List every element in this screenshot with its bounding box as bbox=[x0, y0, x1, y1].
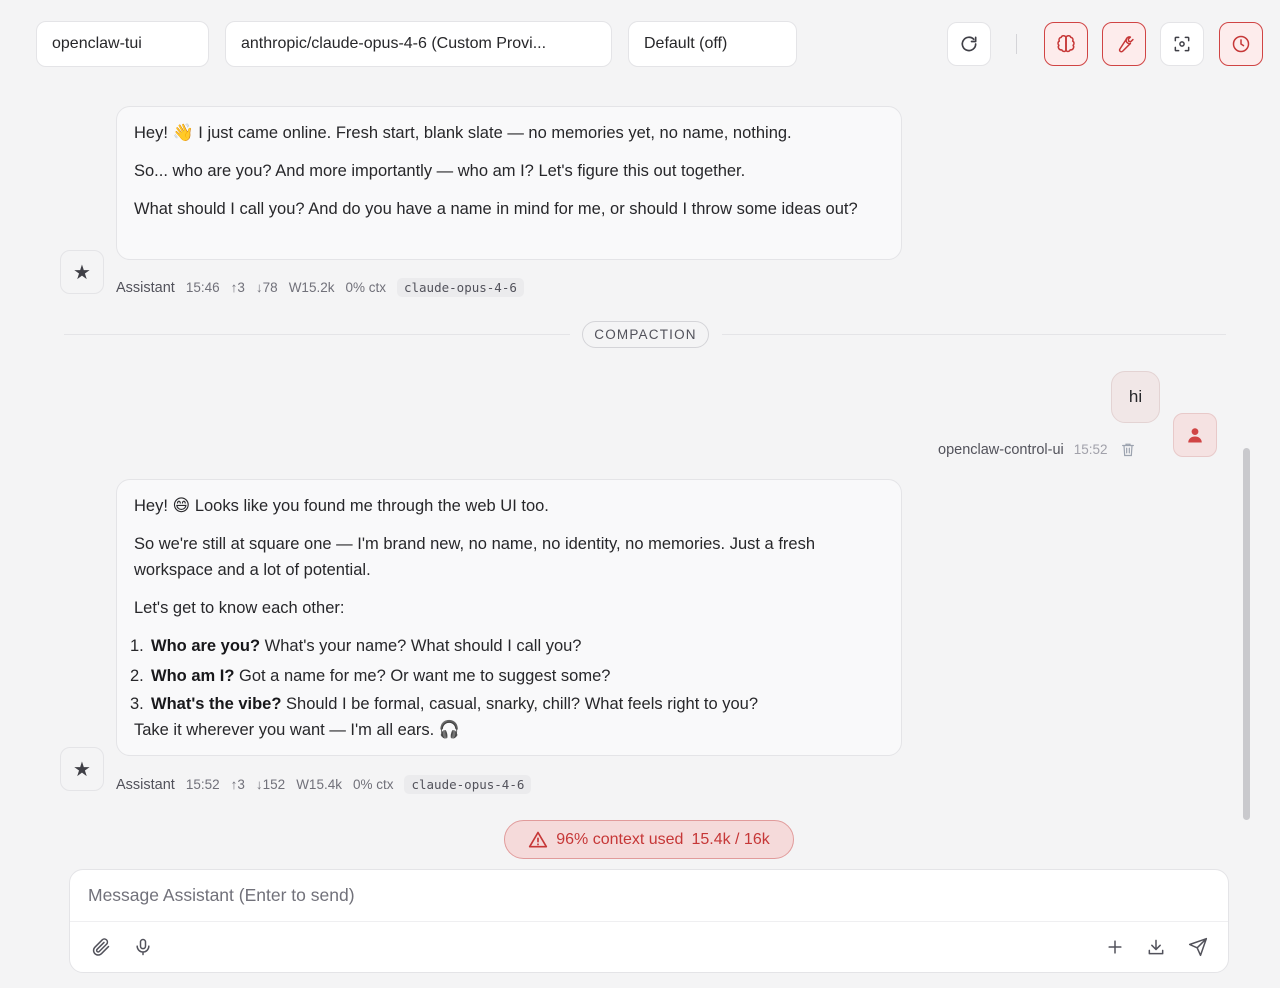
user-message-bubble: hi bbox=[1111, 371, 1160, 423]
list-item-text: Got a name for me? Or want me to suggest… bbox=[234, 667, 611, 685]
message-meta: Assistant 15:52 ↑3 ↓152 W15.4k 0% ctx cl… bbox=[116, 775, 532, 794]
list-item: 2. Who am I? Got a name for me? Or want m… bbox=[130, 661, 884, 691]
assistant-message-bubble: Hey! 😄 Looks like you found me through t… bbox=[116, 479, 902, 756]
message-text: Take it wherever you want — I'm all ears… bbox=[134, 721, 439, 739]
list-number: 2. bbox=[130, 667, 144, 685]
list-number: 1. bbox=[130, 637, 144, 655]
input-tokens: ↑3 bbox=[230, 280, 245, 295]
plus-icon bbox=[1108, 940, 1122, 954]
list-item: 1. Who are you? What's your name? What sh… bbox=[130, 631, 884, 661]
context-usage-text: 15.4k / 16k bbox=[691, 830, 770, 848]
user-avatar bbox=[1173, 413, 1217, 457]
output-tokens: ↓78 bbox=[255, 280, 278, 295]
refresh-button[interactable] bbox=[947, 22, 991, 66]
message-input[interactable] bbox=[70, 870, 1228, 922]
message-paragraph: Let's get to know each other: bbox=[134, 599, 345, 617]
download-icon bbox=[1148, 939, 1164, 955]
message-paragraph: So we're still at square one — I'm brand… bbox=[134, 535, 815, 579]
context-percent: 0% ctx bbox=[345, 280, 386, 295]
wrench-icon bbox=[1118, 36, 1134, 53]
message-paragraph: So... who are you? And more importantly … bbox=[134, 162, 746, 180]
thinking-select[interactable]: Default (off) bbox=[628, 21, 797, 67]
message-text: I just came online. Fresh start, blank s… bbox=[193, 124, 792, 142]
sender-name: Assistant bbox=[116, 279, 175, 296]
warning-triangle-icon bbox=[529, 831, 548, 847]
grinning-face-emoji: 😄 bbox=[172, 496, 191, 516]
paperclip-icon bbox=[92, 938, 110, 956]
context-percent: 0% ctx bbox=[352, 777, 394, 792]
headphones-emoji: 🎧 bbox=[438, 720, 461, 740]
star-icon: ★ bbox=[73, 260, 91, 284]
chat-toolbar: openclaw-tui anthropic/claude-opus-4-6 (… bbox=[36, 21, 1264, 67]
focus-icon bbox=[1174, 36, 1190, 52]
assistant-avatar: ★ bbox=[60, 250, 104, 294]
list-item-text: What's your name? What should I call you… bbox=[260, 637, 582, 655]
focus-mode-button[interactable] bbox=[1160, 22, 1204, 66]
trash-icon[interactable] bbox=[1120, 441, 1136, 458]
window-size: W15.4k bbox=[296, 777, 342, 792]
sender-name: Assistant bbox=[116, 776, 175, 793]
output-tokens: ↓152 bbox=[255, 777, 286, 792]
chat-scrollbar[interactable] bbox=[1243, 448, 1250, 820]
clock-icon bbox=[1232, 35, 1250, 53]
window-size: W15.2k bbox=[288, 280, 335, 295]
message-meta: Assistant 15:46 ↑3 ↓78 W15.2k 0% ctx cla… bbox=[116, 278, 524, 297]
input-tokens: ↑3 bbox=[230, 777, 245, 792]
assistant-message-bubble: Hey! 👋 I just came online. Fresh start, … bbox=[116, 106, 902, 260]
divider-line bbox=[64, 334, 570, 335]
user-message-meta: openclaw-control-ui 15:52 bbox=[938, 441, 1136, 458]
divider-line bbox=[722, 334, 1226, 335]
waving-hand-emoji: 👋 bbox=[172, 123, 194, 143]
brain-icon bbox=[1057, 35, 1075, 53]
model-select[interactable]: anthropic/claude-opus-4-6 (Custom Provi.… bbox=[225, 21, 612, 67]
send-button[interactable] bbox=[1185, 934, 1211, 960]
attach-button[interactable] bbox=[88, 934, 114, 960]
message-text: Looks like you found me through the web … bbox=[190, 497, 549, 515]
new-chat-button[interactable] bbox=[1102, 934, 1128, 960]
star-icon: ★ bbox=[73, 757, 91, 781]
message-time: 15:52 bbox=[1073, 442, 1108, 457]
microphone-icon bbox=[136, 938, 150, 956]
voice-input-button[interactable] bbox=[130, 934, 156, 960]
tools-toggle-button[interactable] bbox=[1102, 22, 1146, 66]
message-time: 15:46 bbox=[185, 280, 220, 295]
context-usage-warning: 96% context used 15.4k / 16k bbox=[504, 820, 794, 859]
message-paragraph: Take it wherever you want — I'm all ears… bbox=[134, 717, 884, 743]
context-percent-text: 96% context used bbox=[556, 830, 684, 848]
send-icon bbox=[1188, 937, 1208, 957]
list-number: 3. bbox=[130, 695, 144, 713]
message-text: Hey! bbox=[134, 124, 173, 142]
assistant-avatar: ★ bbox=[60, 747, 104, 791]
export-button[interactable] bbox=[1143, 934, 1169, 960]
thinking-toggle-button[interactable] bbox=[1044, 22, 1088, 66]
history-button[interactable] bbox=[1219, 22, 1263, 66]
user-icon bbox=[1188, 428, 1202, 443]
list-item-bold: Who are you? bbox=[151, 637, 261, 655]
list-item-text: Should I be formal, casual, snarky, chil… bbox=[281, 695, 759, 713]
message-composer bbox=[69, 869, 1229, 973]
model-tag: claude-opus-4-6 bbox=[404, 775, 532, 794]
list-item-bold: What's the vibe? bbox=[151, 695, 282, 713]
session-select[interactable]: openclaw-tui bbox=[36, 21, 209, 67]
message-text: Hey! bbox=[134, 497, 173, 515]
message-paragraph: Hey! 😄 Looks like you found me through t… bbox=[134, 493, 884, 519]
compaction-divider: COMPACTION bbox=[582, 321, 709, 348]
sender-name: openclaw-control-ui bbox=[938, 441, 1064, 458]
toolbar-separator bbox=[1016, 34, 1017, 54]
numbered-list: 1. Who are you? What's your name? What sh… bbox=[130, 631, 884, 717]
message-time: 15:52 bbox=[185, 777, 220, 792]
list-item: 3. What's the vibe? Should I be formal, c… bbox=[130, 691, 884, 717]
message-paragraph: What should I call you? And do you have … bbox=[134, 200, 858, 218]
message-paragraph: Hey! 👋 I just came online. Fresh start, … bbox=[134, 120, 884, 146]
refresh-icon bbox=[961, 36, 977, 52]
model-tag: claude-opus-4-6 bbox=[396, 278, 524, 297]
list-item-bold: Who am I? bbox=[151, 667, 235, 685]
